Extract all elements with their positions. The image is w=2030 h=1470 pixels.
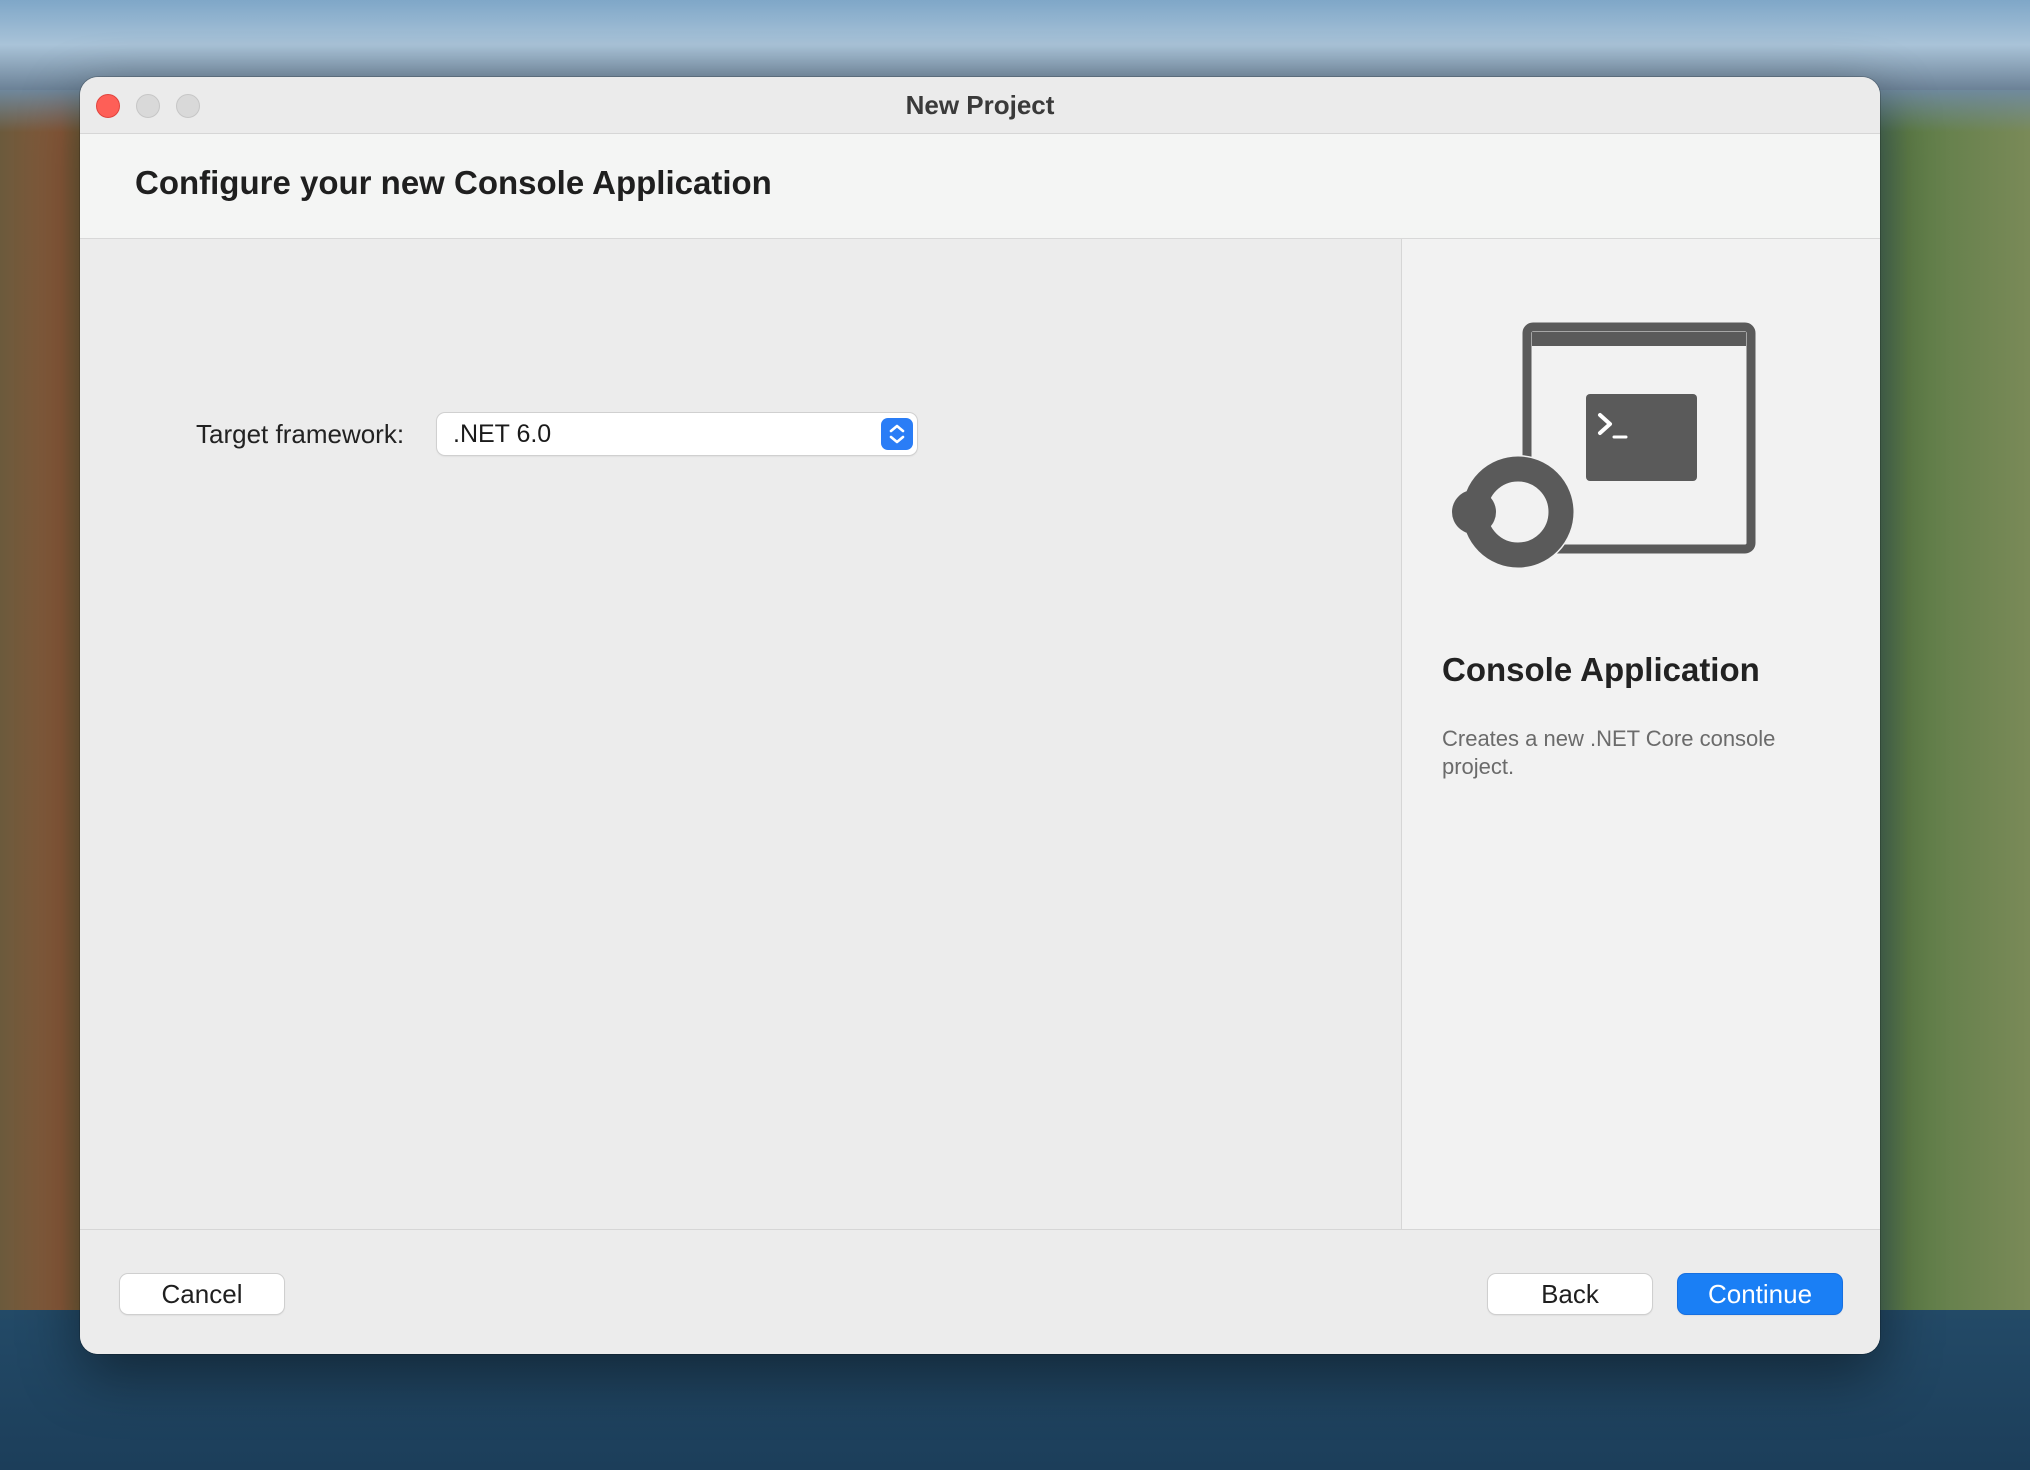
- chevron-up-down-icon[interactable]: [881, 418, 913, 450]
- back-button[interactable]: Back: [1488, 1274, 1652, 1314]
- template-description: Creates a new .NET Core console project.: [1442, 726, 1776, 779]
- page-title: Configure your new Console Application: [135, 164, 772, 201]
- target-framework-label: Target framework:: [196, 419, 405, 449]
- template-name: Console Application: [1442, 651, 1760, 688]
- dialog-footer: Cancel Back Continue: [80, 1229, 1880, 1354]
- desktop-background: New Project Configure your new Console A…: [0, 0, 2030, 1470]
- target-framework-value: .NET 6.0: [453, 420, 552, 448]
- page-header: Configure your new Console Application: [80, 134, 1880, 239]
- window-title: New Project: [905, 90, 1055, 120]
- continue-button[interactable]: Continue: [1678, 1274, 1842, 1314]
- template-info-panel: Console Application Creates a new .NET C…: [1401, 239, 1880, 1229]
- target-framework-select[interactable]: .NET 6.0: [437, 413, 917, 455]
- configuration-panel: Target framework: .NET 6.0: [80, 239, 1400, 1229]
- new-project-window: New Project Configure your new Console A…: [80, 77, 1880, 1354]
- cancel-button[interactable]: Cancel: [120, 1274, 284, 1314]
- title-bar[interactable]: New Project: [80, 77, 1880, 134]
- console-application-icon: [1442, 319, 1762, 579]
